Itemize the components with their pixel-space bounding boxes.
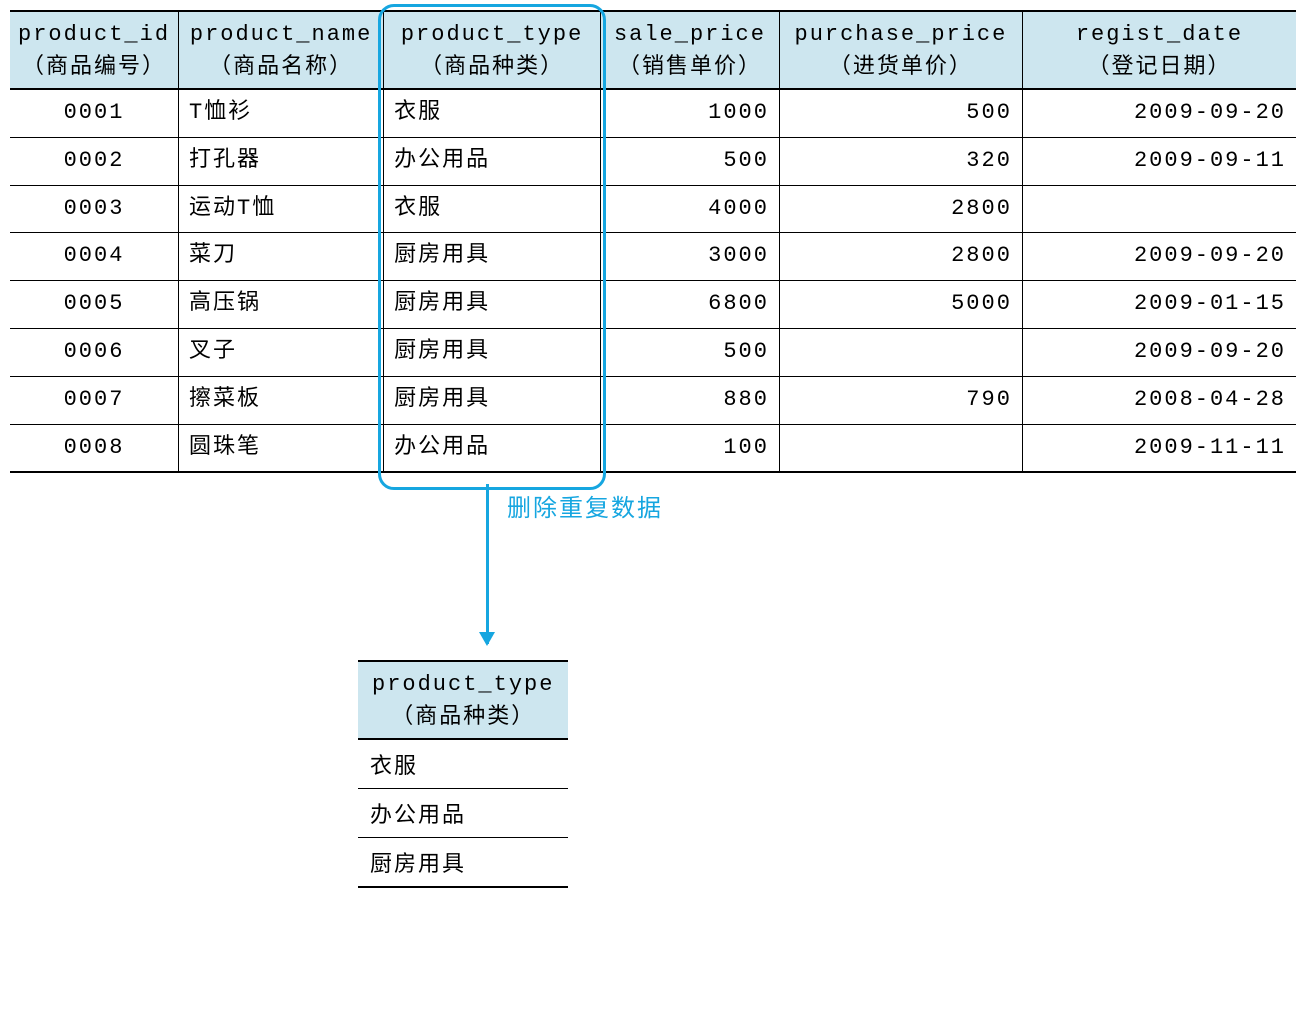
cell-sale_price: 100 <box>600 424 779 472</box>
cell-regist_date: 2009-09-11 <box>1022 137 1296 185</box>
cell-product_name: 圆珠笔 <box>179 424 384 472</box>
result-row: 办公用品 <box>358 789 568 838</box>
col-header-product_name: product_name （商品名称） <box>179 11 384 89</box>
cell-product_name: 菜刀 <box>179 233 384 281</box>
cell-product_type: 厨房用具 <box>384 328 601 376</box>
col-header-sale_price: sale_price （销售单价） <box>600 11 779 89</box>
cell-product_type: 厨房用具 <box>384 281 601 329</box>
cell-purchase_price: 320 <box>779 137 1022 185</box>
cell-product_name: 高压锅 <box>179 281 384 329</box>
cell-product_name: T恤衫 <box>179 89 384 137</box>
result-header-sub: （商品种类） <box>372 701 554 734</box>
product-table: product_id（商品编号）product_name（商品名称）produc… <box>10 10 1296 473</box>
result-header: product_type （商品种类） <box>358 661 568 739</box>
col-header-sub: （商品种类） <box>392 51 592 84</box>
table-row: 0006叉子厨房用具500 2009-09-20 <box>10 328 1296 376</box>
cell-regist_date: 2009-11-11 <box>1022 424 1296 472</box>
cell-purchase_price: 790 <box>779 376 1022 424</box>
col-header-sub: （登记日期） <box>1031 51 1288 84</box>
col-header-regist_date: regist_date （登记日期） <box>1022 11 1296 89</box>
arrow-label: 删除重复数据 <box>507 488 663 523</box>
cell-product_id: 0001 <box>10 89 179 137</box>
cell-sale_price: 880 <box>600 376 779 424</box>
cell-product_id: 0005 <box>10 281 179 329</box>
arrow-head-icon <box>479 632 495 646</box>
result-cell: 办公用品 <box>358 789 568 838</box>
col-header-purchase_price: purchase_price （进货单价） <box>779 11 1022 89</box>
cell-product_id: 0004 <box>10 233 179 281</box>
cell-product_id: 0002 <box>10 137 179 185</box>
cell-product_type: 办公用品 <box>384 424 601 472</box>
cell-purchase_price: 5000 <box>779 281 1022 329</box>
cell-regist_date: 2008-04-28 <box>1022 376 1296 424</box>
col-header-sub: （进货单价） <box>788 51 1014 84</box>
cell-regist_date: 2009-09-20 <box>1022 328 1296 376</box>
result-cell: 厨房用具 <box>358 838 568 888</box>
col-header-label: product_name <box>190 22 372 47</box>
result-header-label: product_type <box>372 672 554 697</box>
table-row: 0005高压锅厨房用具680050002009-01-15 <box>10 281 1296 329</box>
result-header-row: product_type （商品种类） <box>358 661 568 739</box>
cell-product_id: 0003 <box>10 185 179 233</box>
cell-purchase_price: 2800 <box>779 233 1022 281</box>
table-row: 0004菜刀厨房用具300028002009-09-20 <box>10 233 1296 281</box>
cell-regist_date <box>1022 185 1296 233</box>
col-header-product_type: product_type （商品种类） <box>384 11 601 89</box>
cell-purchase_price <box>779 424 1022 472</box>
cell-regist_date: 2009-09-20 <box>1022 233 1296 281</box>
col-header-label: product_id <box>18 22 170 47</box>
col-header-label: purchase_price <box>795 22 1008 47</box>
cell-regist_date: 2009-01-15 <box>1022 281 1296 329</box>
cell-product_id: 0008 <box>10 424 179 472</box>
col-header-label: sale_price <box>614 22 766 47</box>
cell-product_id: 0007 <box>10 376 179 424</box>
result-cell: 衣服 <box>358 739 568 789</box>
table-header-row: product_id（商品编号）product_name（商品名称）produc… <box>10 11 1296 89</box>
cell-sale_price: 4000 <box>600 185 779 233</box>
col-header-label: regist_date <box>1076 22 1243 47</box>
cell-product_name: 叉子 <box>179 328 384 376</box>
cell-product_type: 衣服 <box>384 89 601 137</box>
col-header-product_id: product_id （商品编号） <box>10 11 179 89</box>
table-row: 0008圆珠笔办公用品100 2009-11-11 <box>10 424 1296 472</box>
table-row: 0003运动T恤衣服40002800 <box>10 185 1296 233</box>
cell-product_name: 擦菜板 <box>179 376 384 424</box>
cell-product_name: 运动T恤 <box>179 185 384 233</box>
cell-purchase_price <box>779 328 1022 376</box>
result-row: 衣服 <box>358 739 568 789</box>
cell-product_type: 厨房用具 <box>384 233 601 281</box>
table-row: 0001T恤衫衣服10005002009-09-20 <box>10 89 1296 137</box>
cell-sale_price: 500 <box>600 328 779 376</box>
cell-product_type: 厨房用具 <box>384 376 601 424</box>
dedup-arrow: 删除重复数据 <box>486 484 663 644</box>
cell-purchase_price: 500 <box>779 89 1022 137</box>
cell-product_id: 0006 <box>10 328 179 376</box>
arrow-line <box>486 484 489 644</box>
col-header-sub: （商品名称） <box>187 51 375 84</box>
table-row: 0002打孔器办公用品5003202009-09-11 <box>10 137 1296 185</box>
cell-product_type: 衣服 <box>384 185 601 233</box>
cell-sale_price: 3000 <box>600 233 779 281</box>
cell-sale_price: 1000 <box>600 89 779 137</box>
col-header-sub: （商品编号） <box>18 51 170 84</box>
distinct-result-table: product_type （商品种类） 衣服办公用品厨房用具 <box>358 660 568 888</box>
col-header-sub: （销售单价） <box>609 51 771 84</box>
cell-product_name: 打孔器 <box>179 137 384 185</box>
cell-product_type: 办公用品 <box>384 137 601 185</box>
col-header-label: product_type <box>401 22 583 47</box>
table-row: 0007擦菜板厨房用具8807902008-04-28 <box>10 376 1296 424</box>
result-row: 厨房用具 <box>358 838 568 888</box>
cell-sale_price: 500 <box>600 137 779 185</box>
cell-purchase_price: 2800 <box>779 185 1022 233</box>
cell-regist_date: 2009-09-20 <box>1022 89 1296 137</box>
cell-sale_price: 6800 <box>600 281 779 329</box>
